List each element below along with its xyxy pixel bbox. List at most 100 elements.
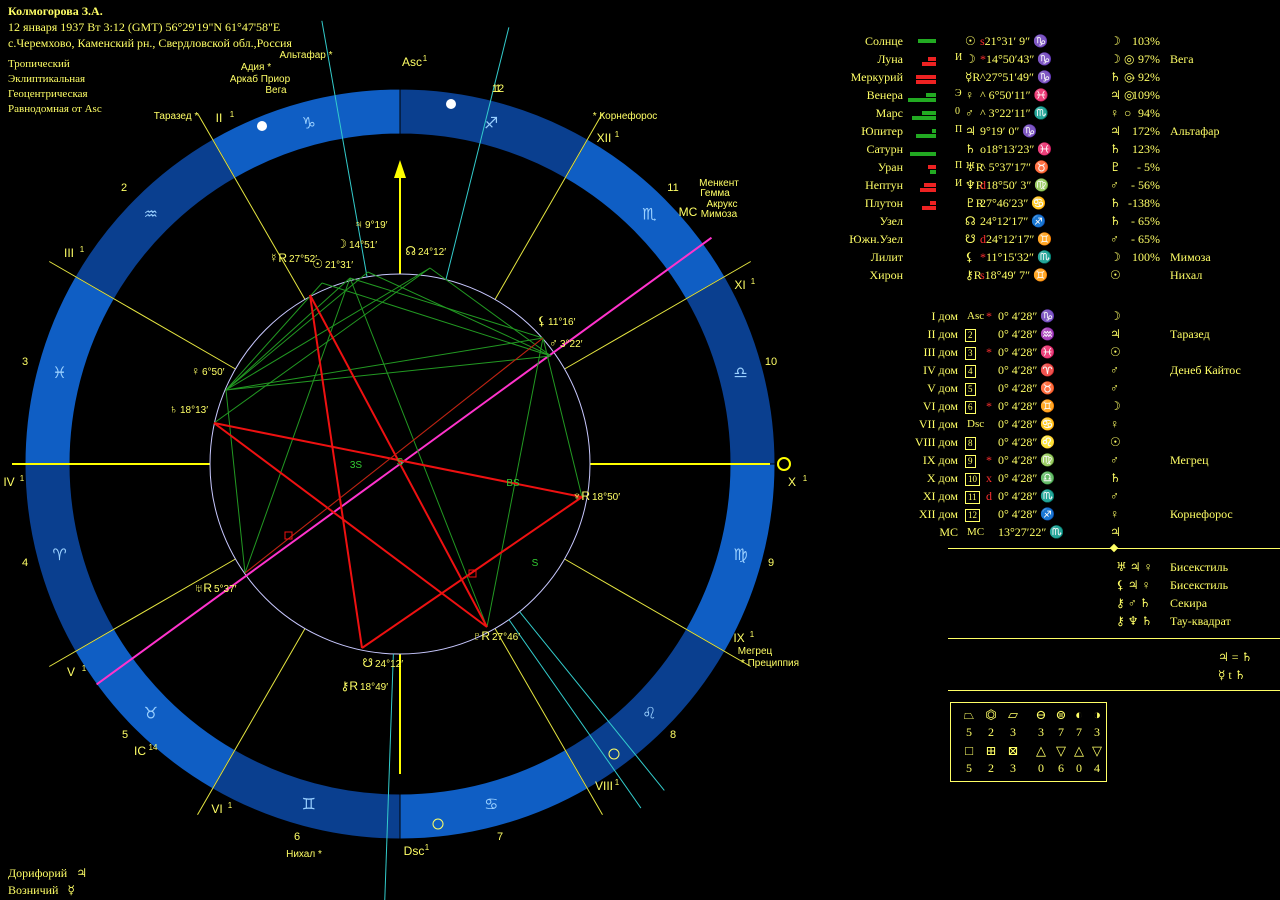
house-cusp-position: 0° 4′28″ ♐ [998,507,1056,521]
planet-icon: ♀ [965,88,974,102]
house-ruler-icon: ♀ [1110,507,1119,521]
strength-bar [930,201,936,205]
quality-count: 0 [1076,761,1082,775]
planet-name: Нептун [865,178,903,192]
planet-strength: 94% [1138,106,1160,120]
element-count: 5 [966,725,972,739]
house-row[interactable]: II дом 2 0° 4′28″ ♒ ♃ Таразед [900,326,1280,344]
house-ruler-icon: ♃ [1110,525,1121,539]
planet-mark: П [955,160,963,171]
house-row[interactable]: VII дом Dsc 0° 4′28″ ♋ ♀ [900,416,1280,434]
planet-row[interactable]: Уран П ♅R ^ 5°37′17″ ♉ ♇ - 5% [848,159,1280,177]
house-row[interactable]: VI дом 6 * 0° 4′28″ ♊ ☽ [900,398,1280,416]
house-iii-label: III [64,246,74,260]
house-ruler-icon: ♂ [1110,489,1119,503]
house-cusp-position: 13°27′22″ ♏ [998,525,1065,539]
planet-row[interactable]: Солнце ☉ s21°31′ 9″ ♑ ☽ 103% [848,33,1280,51]
house-name: V дом [927,381,958,395]
house-row[interactable]: MC MC 13°27′22″ ♏ ♃ [900,524,1280,542]
planet-row[interactable]: Венера Э ♀ ^ 6°50′11″ ♓ ♃ ◎ 109% [848,87,1280,105]
ic-label: IC [134,744,146,758]
planet-row[interactable]: Луна И ☽ *14°50′43″ ♑ ☽ ◎ 97% Вега [848,51,1280,69]
house-number: 10 [765,356,777,368]
house-row[interactable]: IX дом 9 * 0° 4′28″ ♍ ♂ Мегрец [900,452,1280,470]
house-xi-label-sup: 1 [751,277,756,286]
house-cusp-position: 0° 4′28″ ♓ [998,345,1056,359]
house-mark: * [986,453,992,467]
strength-bar [932,129,936,133]
house-box: MC [967,526,985,538]
house-name: VII дом [918,417,958,431]
planet-row[interactable]: Меркурий ☿R ^27°51′49″ ♑ ♄ ◎ - 92% [848,69,1280,87]
zodiac-sign-segment[interactable] [685,463,776,653]
house-box: 4 [965,365,976,378]
planet-wheel-degree: 9°19′ [365,220,388,231]
house-row[interactable]: VIII дом 8 0° 4′28″ ♌ ☉ [900,434,1280,452]
fixed-star: Вега [1170,52,1194,66]
house-row[interactable]: III дом 3 * 0° 4′28″ ♓ ☉ [900,344,1280,362]
planet-row[interactable]: Плутон ♇R 27°46′23″ ♋ ♄ -138% [848,195,1280,213]
house-iii-label-sup: 1 [80,245,85,254]
house-ii-label: II [216,111,223,125]
planet-name: Уран [877,160,903,174]
planet-row[interactable]: Юпитер П ♃ 9°19′ 0″ ♑ ♃ 172% Альтафар [848,123,1280,141]
house-row[interactable]: I дом Asc * 0° 4′28″ ♑ ☽ [900,308,1280,326]
planet-row[interactable]: Хирон ⚷R s18°49′ 7″ ♊ ☉ Нихал [848,267,1280,285]
planet-icon: ♄ [965,142,976,156]
strength-bar [928,57,936,61]
planet-position: ^ 6°50′11″ ♓ [980,88,1049,102]
element-count: 7 [1076,725,1082,739]
planet-position: d24°12′17″ ♊ [980,232,1053,246]
quality-icon: ▽ [1056,743,1066,758]
strength-bar [908,98,936,102]
planet-row[interactable]: Нептун И ♆R d18°50′ 3″ ♍ ♂ - 56% [848,177,1280,195]
house-row[interactable]: XII дом 12 0° 4′28″ ♐ ♀ Корнефорос [900,506,1280,524]
planet-row[interactable]: Сатурн ♄ o18°13′23″ ♓ ♄ 123% [848,141,1280,159]
house-ruler-icon: ♄ [1110,471,1121,485]
house-mark: d [986,489,992,503]
planet-wheel-icon: ♂ [549,336,558,350]
house-row[interactable]: IV дом 4 0° 4′28″ ♈ ♂ Денеб Кайтос [900,362,1280,380]
planet-strength: 103% [1132,34,1160,48]
planet-icon: ☉ [965,34,976,48]
planet-row[interactable]: Лилит ⚸ *11°15′32″ ♏ ☽ 100% Мимоза [848,249,1280,267]
house-cusp-position: 0° 4′28″ ♊ [998,399,1056,413]
zodiac-sign-segment[interactable] [399,88,589,179]
house-mark: x [986,471,992,485]
zodiac-sign-segment[interactable] [24,275,115,465]
planet-strength: - 5% [1137,160,1160,174]
zodiac-sign-segment[interactable] [211,88,401,179]
configuration-name: Бисекстиль [1170,560,1229,574]
house-cusp-position: 0° 4′28″ ♉ [998,381,1056,395]
planet-row[interactable]: Южн.Узел ☋ d24°12′17″ ♊ ♂ - 65% [848,231,1280,249]
house-row[interactable]: V дом 5 0° 4′28″ ♉ ♂ [900,380,1280,398]
planet-name: Хирон [869,268,903,282]
zodiac-sign-segment[interactable] [685,275,776,465]
house-row[interactable]: X дом 10 x 0° 4′28″ ♎ ♄ [900,470,1280,488]
house-mark: * [986,345,992,359]
quality-count: 5 [966,761,972,775]
house-cusp-position: 0° 4′28″ ♋ [998,417,1056,431]
zodiac-sign-icon: ♏ [642,207,656,224]
house-row[interactable]: XI дом 11 d 0° 4′28″ ♏ ♂ [900,488,1280,506]
zodiac-sign-segment[interactable] [211,749,401,840]
planet-icon: ⚸ [965,250,974,264]
aspect-square-marker [284,531,293,540]
house-number: 2 [121,182,127,194]
aspect-line-trine [244,277,351,574]
house-name: III дом [923,345,958,359]
house-name: VI дом [922,399,958,413]
house-v-label: V [67,665,75,679]
planet-row[interactable]: Узел ☊ 24°12′17″ ♐ ♄ - 65% [848,213,1280,231]
zodiac-sign-segment[interactable] [24,463,115,653]
planet-position: *14°50′43″ ♑ [980,52,1053,66]
house-cusp-position: 0° 4′28″ ♒ [998,327,1056,341]
planet-row[interactable]: Марс 0 ♂ ^ 3°22′11″ ♏ ♀ ○ 94% [848,105,1280,123]
house-name: X дом [926,471,958,485]
fixed-star: Нихал [1170,268,1203,282]
natal-chart-wheel[interactable]: ♑♒♓♈♉♊ ♋♌♍♎♏♐SBS3SS☉ 21°31′☽ 14°51′♃ 9°19′☿R… [0,0,850,900]
zodiac-sign-icon: ♊ [302,796,316,813]
strength-bar [922,62,936,66]
zodiac-sign-segment[interactable] [399,749,589,840]
house-viii-label: VIII [595,779,613,793]
